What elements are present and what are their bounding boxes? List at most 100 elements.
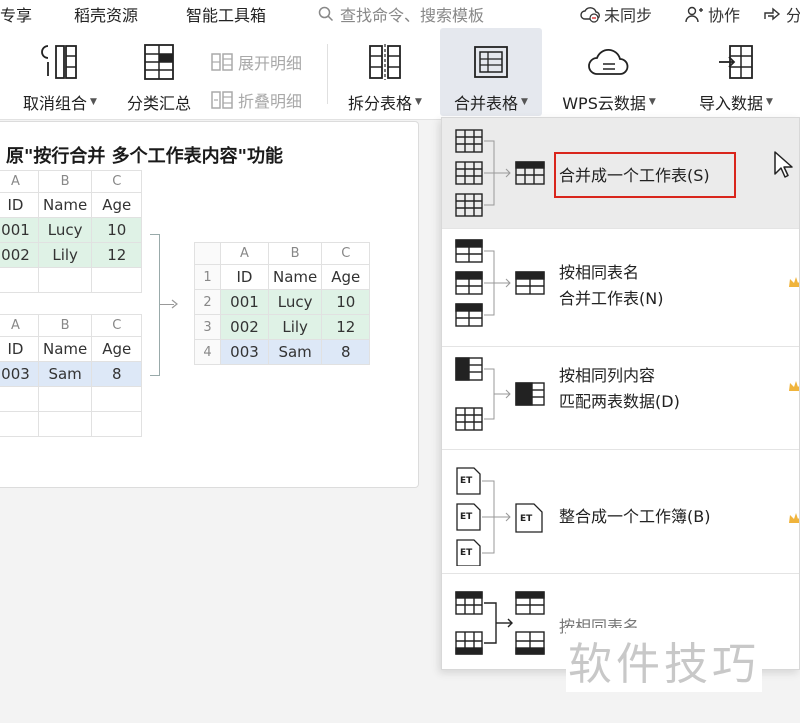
merge-table-label: 合并表格 <box>454 94 519 113</box>
menu-item-merge-into-one-sheet[interactable]: 合并成一个工作表(S) <box>442 118 799 228</box>
col-header: B <box>37 170 93 193</box>
menu-divider <box>442 573 799 574</box>
premium-crown-icon <box>789 513 799 523</box>
cell: 002 <box>0 242 39 268</box>
ungroup-label: 取消组合 <box>23 94 88 113</box>
chevron-down-icon: ▼ <box>648 97 656 107</box>
merge-by-name-icon <box>455 239 545 327</box>
row-number: 3 <box>194 314 221 340</box>
cell: Age <box>321 264 371 290</box>
sync-status[interactable]: 未同步 <box>580 2 652 26</box>
col-header: A <box>0 170 39 193</box>
cloud-sync-icon <box>580 7 600 23</box>
match-columns-icon <box>455 357 545 431</box>
col-header: C <box>91 170 143 193</box>
ungroup-icon <box>41 45 77 79</box>
subtotal-icon <box>144 44 174 80</box>
col-header: B <box>37 314 93 337</box>
menu-item-match-by-column[interactable]: 按相同列内容 匹配两表数据(D) <box>442 350 799 446</box>
import-data-button[interactable]: 导入数据 ▼ <box>686 28 786 116</box>
mouse-cursor-icon <box>774 151 793 178</box>
command-search[interactable]: 查找命令、搜索模板 <box>318 2 484 26</box>
cell: ID <box>0 192 39 218</box>
merged-sheet: ABC 1 ID Name Age 2 001 Lucy 10 3 002 Lily 12 4 00… <box>194 242 371 365</box>
cell: 10 <box>91 217 143 243</box>
menu-item-label: 按相同表名 <box>559 263 640 282</box>
cell: 12 <box>321 314 371 340</box>
cell: 001 <box>220 289 269 315</box>
premium-crown-icon <box>789 277 799 287</box>
search-icon <box>318 6 334 22</box>
cell: 12 <box>91 242 143 268</box>
preview-title: 原"按行合并 多个工作表内容"功能 <box>6 146 284 167</box>
cell: Name <box>267 264 323 290</box>
et-label: ET <box>460 476 473 486</box>
cell: 8 <box>91 361 143 387</box>
expand-detail-button[interactable]: 展开明细 <box>210 50 302 74</box>
chevron-down-icon: ▼ <box>766 97 773 107</box>
cell: Lucy <box>267 289 323 315</box>
expand-detail-label: 展开明细 <box>238 54 303 73</box>
subtotal-button[interactable]: 分类汇总 <box>118 28 200 116</box>
cell <box>0 267 39 293</box>
collapse-detail-icon <box>211 91 233 109</box>
split-sheets-icon <box>455 591 545 655</box>
menu-item-label: 整合成一个工作簿(B) <box>559 507 711 526</box>
sync-status-label: 未同步 <box>604 6 653 25</box>
cell: Name <box>37 336 93 362</box>
cell: Name <box>37 192 93 218</box>
menu-item-toolbox[interactable]: 智能工具箱 <box>186 2 266 26</box>
merge-table-button[interactable]: 合并表格 ▼ <box>440 28 542 116</box>
cell: 003 <box>0 361 39 387</box>
menu-divider <box>442 449 799 450</box>
premium-crown-icon <box>789 381 799 391</box>
col-header: C <box>91 314 143 337</box>
cell <box>37 411 93 437</box>
menu-item-docer[interactable]: 稻壳资源 <box>74 2 138 26</box>
cell: Lily <box>37 242 93 268</box>
split-table-icon <box>369 44 401 80</box>
col-header: B <box>267 242 323 265</box>
menu-item-label: 匹配两表数据(D) <box>559 392 680 411</box>
split-table-button[interactable]: 拆分表格 ▼ <box>338 28 432 116</box>
merge-sheets-icon <box>455 129 545 217</box>
cell <box>91 411 143 437</box>
row-number: 4 <box>194 339 221 365</box>
cell <box>37 386 93 412</box>
ungroup-button[interactable]: 取消组合 ▼ <box>14 28 106 116</box>
menu-item-combine-workbooks[interactable]: ET ET ET ET 整合成一个工作簿(B) <box>442 460 799 568</box>
menu-item-label: 按相同列内容 <box>559 366 656 385</box>
cell: Sam <box>37 361 93 387</box>
et-label: ET <box>520 514 533 524</box>
menu-divider <box>442 346 799 347</box>
menu-item-merge-by-sheet-name[interactable]: 按相同表名 合并工作表(N) <box>442 234 799 330</box>
cloud-database-icon <box>588 49 629 75</box>
cell <box>91 267 143 293</box>
cell: Age <box>91 192 143 218</box>
collab-label: 协作 <box>708 6 741 25</box>
import-data-label: 导入数据 <box>699 94 764 113</box>
collapse-detail-button[interactable]: 折叠明细 <box>210 88 302 112</box>
share-button[interactable]: 分 <box>762 2 800 26</box>
menu-divider <box>442 228 799 229</box>
merge-table-dropdown: 合并成一个工作表(S) 按相同表名 合并工作表(N) 按相同列内容 匹配两表数据… <box>441 117 800 670</box>
cell <box>91 386 143 412</box>
expand-detail-icon <box>211 53 233 71</box>
split-table-label: 拆分表格 <box>348 94 413 113</box>
wps-cloud-label: WPS云数据 <box>562 94 646 113</box>
cell: ID <box>220 264 269 290</box>
merge-table-icon <box>474 46 508 78</box>
collab-button[interactable]: 协作 <box>684 2 740 26</box>
cell <box>0 411 39 437</box>
menu-item-exclusive[interactable]: 专享 <box>0 2 32 26</box>
menu-bar: 专享 稻壳资源 智能工具箱 查找命令、搜索模板 未同步 协作 分 <box>0 0 800 28</box>
chevron-down-icon: ▼ <box>521 97 528 107</box>
subtotal-label: 分类汇总 <box>126 94 191 113</box>
cell: 002 <box>220 314 269 340</box>
cell: 10 <box>321 289 371 315</box>
import-data-icon <box>719 45 753 79</box>
chevron-down-icon: ▼ <box>90 97 97 107</box>
wps-cloud-data-button[interactable]: WPS云数据 ▼ <box>550 28 668 116</box>
cell: 8 <box>321 339 371 365</box>
feature-preview-card: 原"按行合并 多个工作表内容"功能 ABC ID Name Age 001 Lucy 1… <box>0 121 419 488</box>
